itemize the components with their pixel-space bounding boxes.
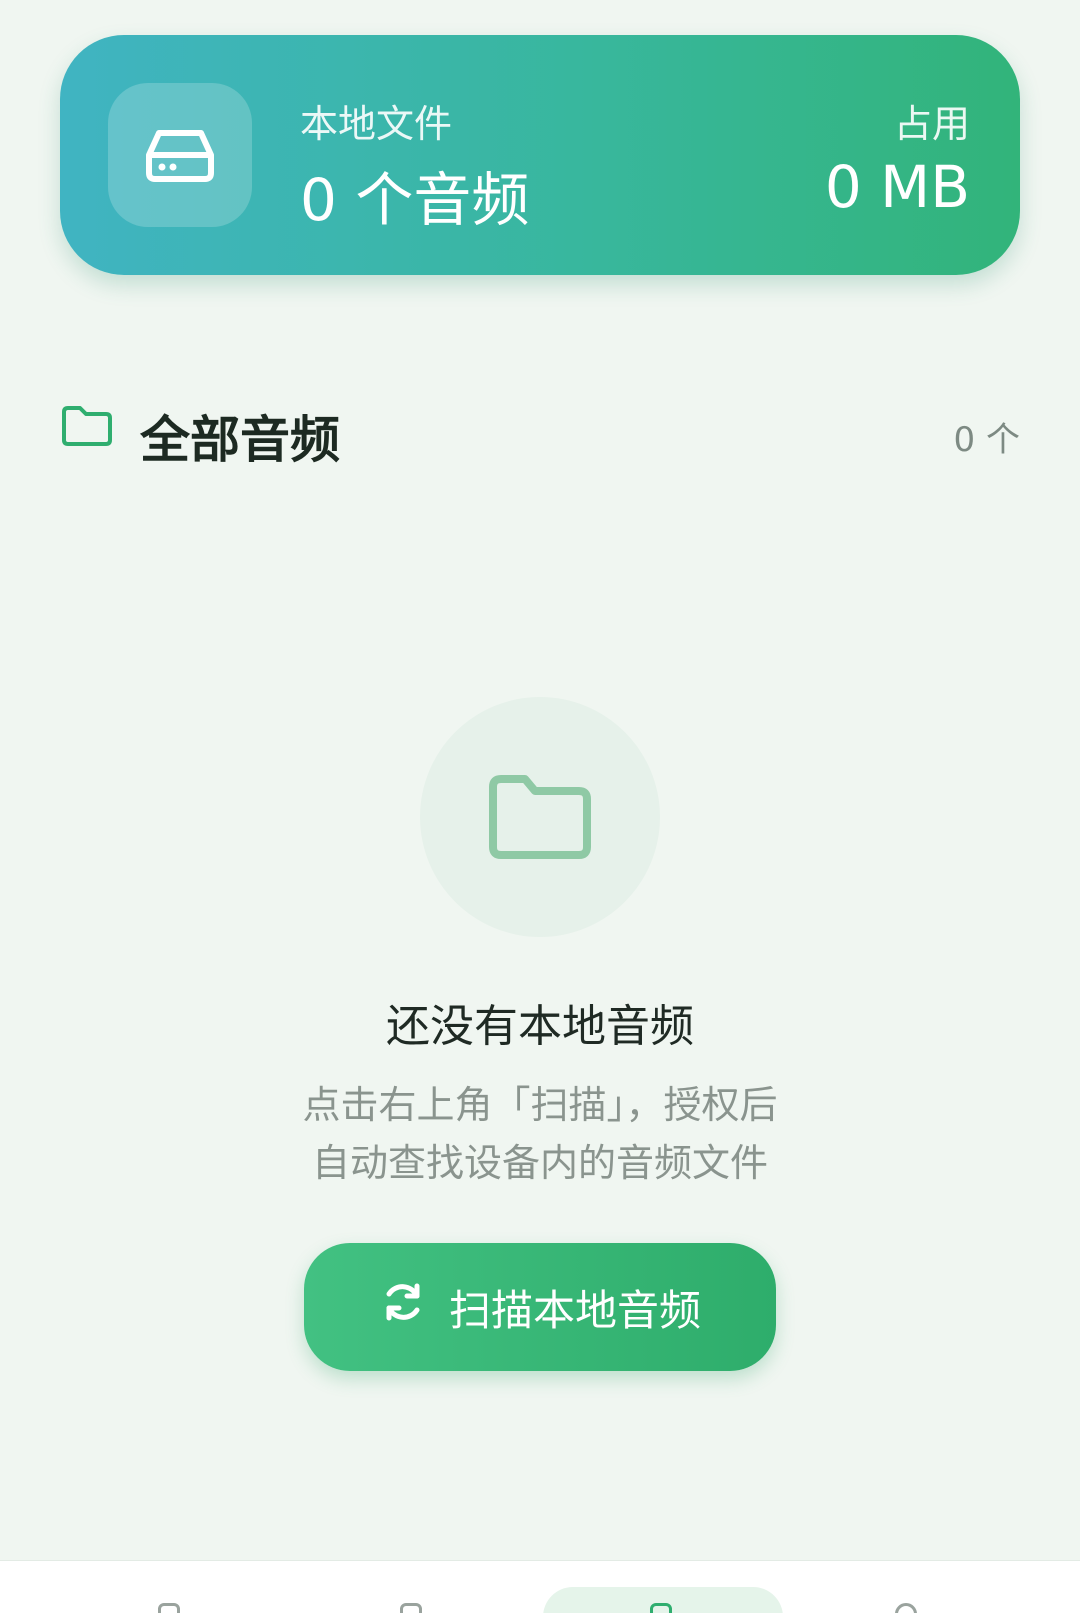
section-title: 全部音频 — [140, 411, 340, 469]
empty-state-description-line1: 点击右上角「扫描」，授权后 — [302, 1083, 778, 1127]
profile-icon[interactable] — [895, 1603, 917, 1613]
audio-count: 0 个音频 — [300, 166, 530, 234]
storage-usage-value: 0 MB — [824, 153, 970, 221]
refresh-icon — [379, 1278, 427, 1336]
local-files-label: 本地文件 — [300, 102, 453, 146]
folder-icon — [489, 775, 591, 859]
scan-local-audio-button[interactable]: 扫描本地音频 — [304, 1243, 776, 1371]
folder-icon — [60, 404, 114, 452]
section-count: 0 个 — [953, 420, 1020, 460]
local-files-summary-card[interactable]: 本地文件 0 个音频 占用 0 MB — [60, 35, 1020, 275]
empty-state-title: 还没有本地音频 — [386, 1001, 694, 1052]
drive-icon — [108, 83, 252, 227]
scan-button-label: 扫描本地音频 — [448, 1286, 701, 1334]
home-icon[interactable] — [158, 1603, 180, 1613]
library-icon[interactable] — [650, 1603, 672, 1613]
empty-state-description-line2: 自动查找设备内的音频文件 — [311, 1141, 768, 1185]
explore-icon[interactable] — [400, 1603, 422, 1613]
bottom-navigation — [0, 1560, 1080, 1613]
storage-usage-label: 占用 — [893, 102, 970, 146]
empty-state-illustration — [420, 697, 660, 937]
